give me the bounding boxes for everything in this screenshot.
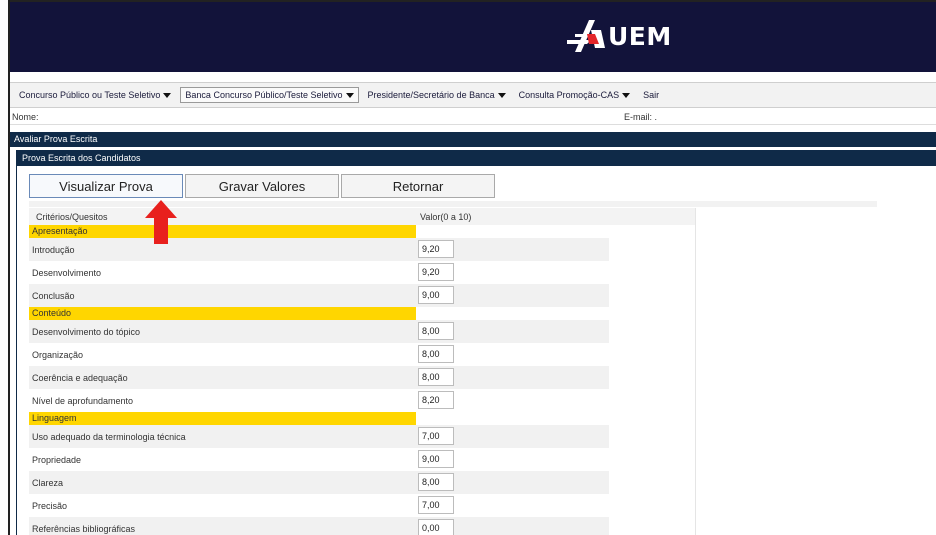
score-input[interactable]: 8,00 [418, 322, 454, 340]
criterion-label: Introdução [32, 245, 75, 255]
table-row: Referências bibliográficas 0,00 [29, 517, 695, 535]
nome-label: Nome: [12, 112, 39, 122]
grid-header: Critérios/Quesitos Valor(0 a 10) [29, 208, 695, 225]
criteria-grid: Critérios/Quesitos Valor(0 a 10) Apresen… [29, 208, 696, 535]
criterion-label: Desenvolvimento [32, 268, 102, 278]
criterion-label: Precisão [32, 501, 68, 511]
score-input[interactable]: 8,00 [418, 368, 454, 386]
caret-down-icon [622, 92, 631, 98]
uem-flame-icon [565, 18, 607, 54]
table-row: Introdução 9,20 [29, 238, 695, 261]
menu-banca[interactable]: Banca Concurso Público/Teste Seletivo [180, 87, 359, 103]
uem-logo[interactable]: UEM [565, 16, 672, 56]
page-title: Avaliar Prova Escrita [10, 132, 936, 147]
score-input[interactable]: 8,00 [418, 473, 454, 491]
table-row: Coerência e adequação 8,00 [29, 366, 695, 389]
red-arrow-up-icon [145, 200, 177, 244]
email-label: E-mail: . [624, 112, 658, 122]
criterion-label: Organização [32, 350, 84, 360]
criterion-label: Conclusão [32, 291, 75, 301]
table-row: Precisão 7,00 [29, 494, 695, 517]
criterion-label: Referências bibliográficas [32, 524, 136, 534]
menu-label: Presidente/Secretário de Banca [367, 90, 495, 100]
score-input[interactable]: 9,20 [418, 240, 454, 258]
app-window: UEM Concurso Público ou Teste Seletivo B… [8, 0, 936, 535]
view-exam-button[interactable]: Visualizar Prova [29, 174, 183, 198]
criterion-label: Nível de aprofundamento [32, 396, 134, 406]
site-header: UEM [10, 2, 936, 72]
score-input[interactable]: 9,00 [418, 450, 454, 468]
main-menu: Concurso Público ou Teste Seletivo Banca… [10, 82, 936, 108]
menu-label: Sair [643, 90, 660, 100]
table-row: Organização 8,00 [29, 343, 695, 366]
criterion-label: Coerência e adequação [32, 373, 128, 383]
col-value-header: Valor(0 a 10) [420, 212, 472, 222]
panel-title: Prova Escrita dos Candidatos [17, 150, 936, 166]
caret-down-icon [345, 92, 354, 98]
user-info-bar: Nome: E-mail: . [10, 110, 936, 125]
caret-down-icon [497, 92, 506, 98]
col-criteria-header: Critérios/Quesitos [36, 212, 108, 222]
table-row: Uso adequado da terminologia técnica 7,00 [29, 425, 695, 448]
table-row: Propriedade 9,00 [29, 448, 695, 471]
criterion-label: Desenvolvimento do tópico [32, 327, 141, 337]
score-input[interactable]: 7,00 [418, 427, 454, 445]
action-buttons: Visualizar Prova Gravar Valores Retornar [29, 174, 497, 198]
score-input[interactable]: 7,00 [418, 496, 454, 514]
table-row: Nível de aprofundamento 8,20 [29, 389, 695, 412]
menu-label: Consulta Promoção-CAS [518, 90, 620, 100]
caret-down-icon [163, 92, 172, 98]
menu-label: Concurso Público ou Teste Seletivo [19, 90, 161, 100]
menu-label: Banca Concurso Público/Teste Seletivo [185, 90, 343, 100]
criterion-label: Clareza [32, 478, 64, 488]
table-row: Clareza 8,00 [29, 471, 695, 494]
menu-consulta[interactable]: Consulta Promoção-CAS [515, 88, 635, 102]
score-input[interactable]: 0,00 [418, 519, 454, 535]
save-values-button[interactable]: Gravar Valores [185, 174, 339, 198]
logo-text: UEM [608, 21, 672, 51]
return-button[interactable]: Retornar [341, 174, 495, 198]
section-header: Conteúdo [29, 307, 695, 320]
table-row: Desenvolvimento do tópico 8,00 [29, 320, 695, 343]
score-input[interactable]: 8,00 [418, 345, 454, 363]
criterion-label: Propriedade [32, 455, 82, 465]
table-row: Conclusão 9,00 [29, 284, 695, 307]
score-input[interactable]: 8,20 [418, 391, 454, 409]
score-input[interactable]: 9,00 [418, 286, 454, 304]
menu-sair[interactable]: Sair [639, 88, 663, 102]
menu-concurso[interactable]: Concurso Público ou Teste Seletivo [15, 88, 175, 102]
criterion-label: Uso adequado da terminologia técnica [32, 432, 186, 442]
table-row: Desenvolvimento 9,20 [29, 261, 695, 284]
section-header: Apresentação [29, 225, 695, 238]
section-header: Linguagem [29, 412, 695, 425]
menu-presidente[interactable]: Presidente/Secretário de Banca [364, 88, 510, 102]
score-input[interactable]: 9,20 [418, 263, 454, 281]
